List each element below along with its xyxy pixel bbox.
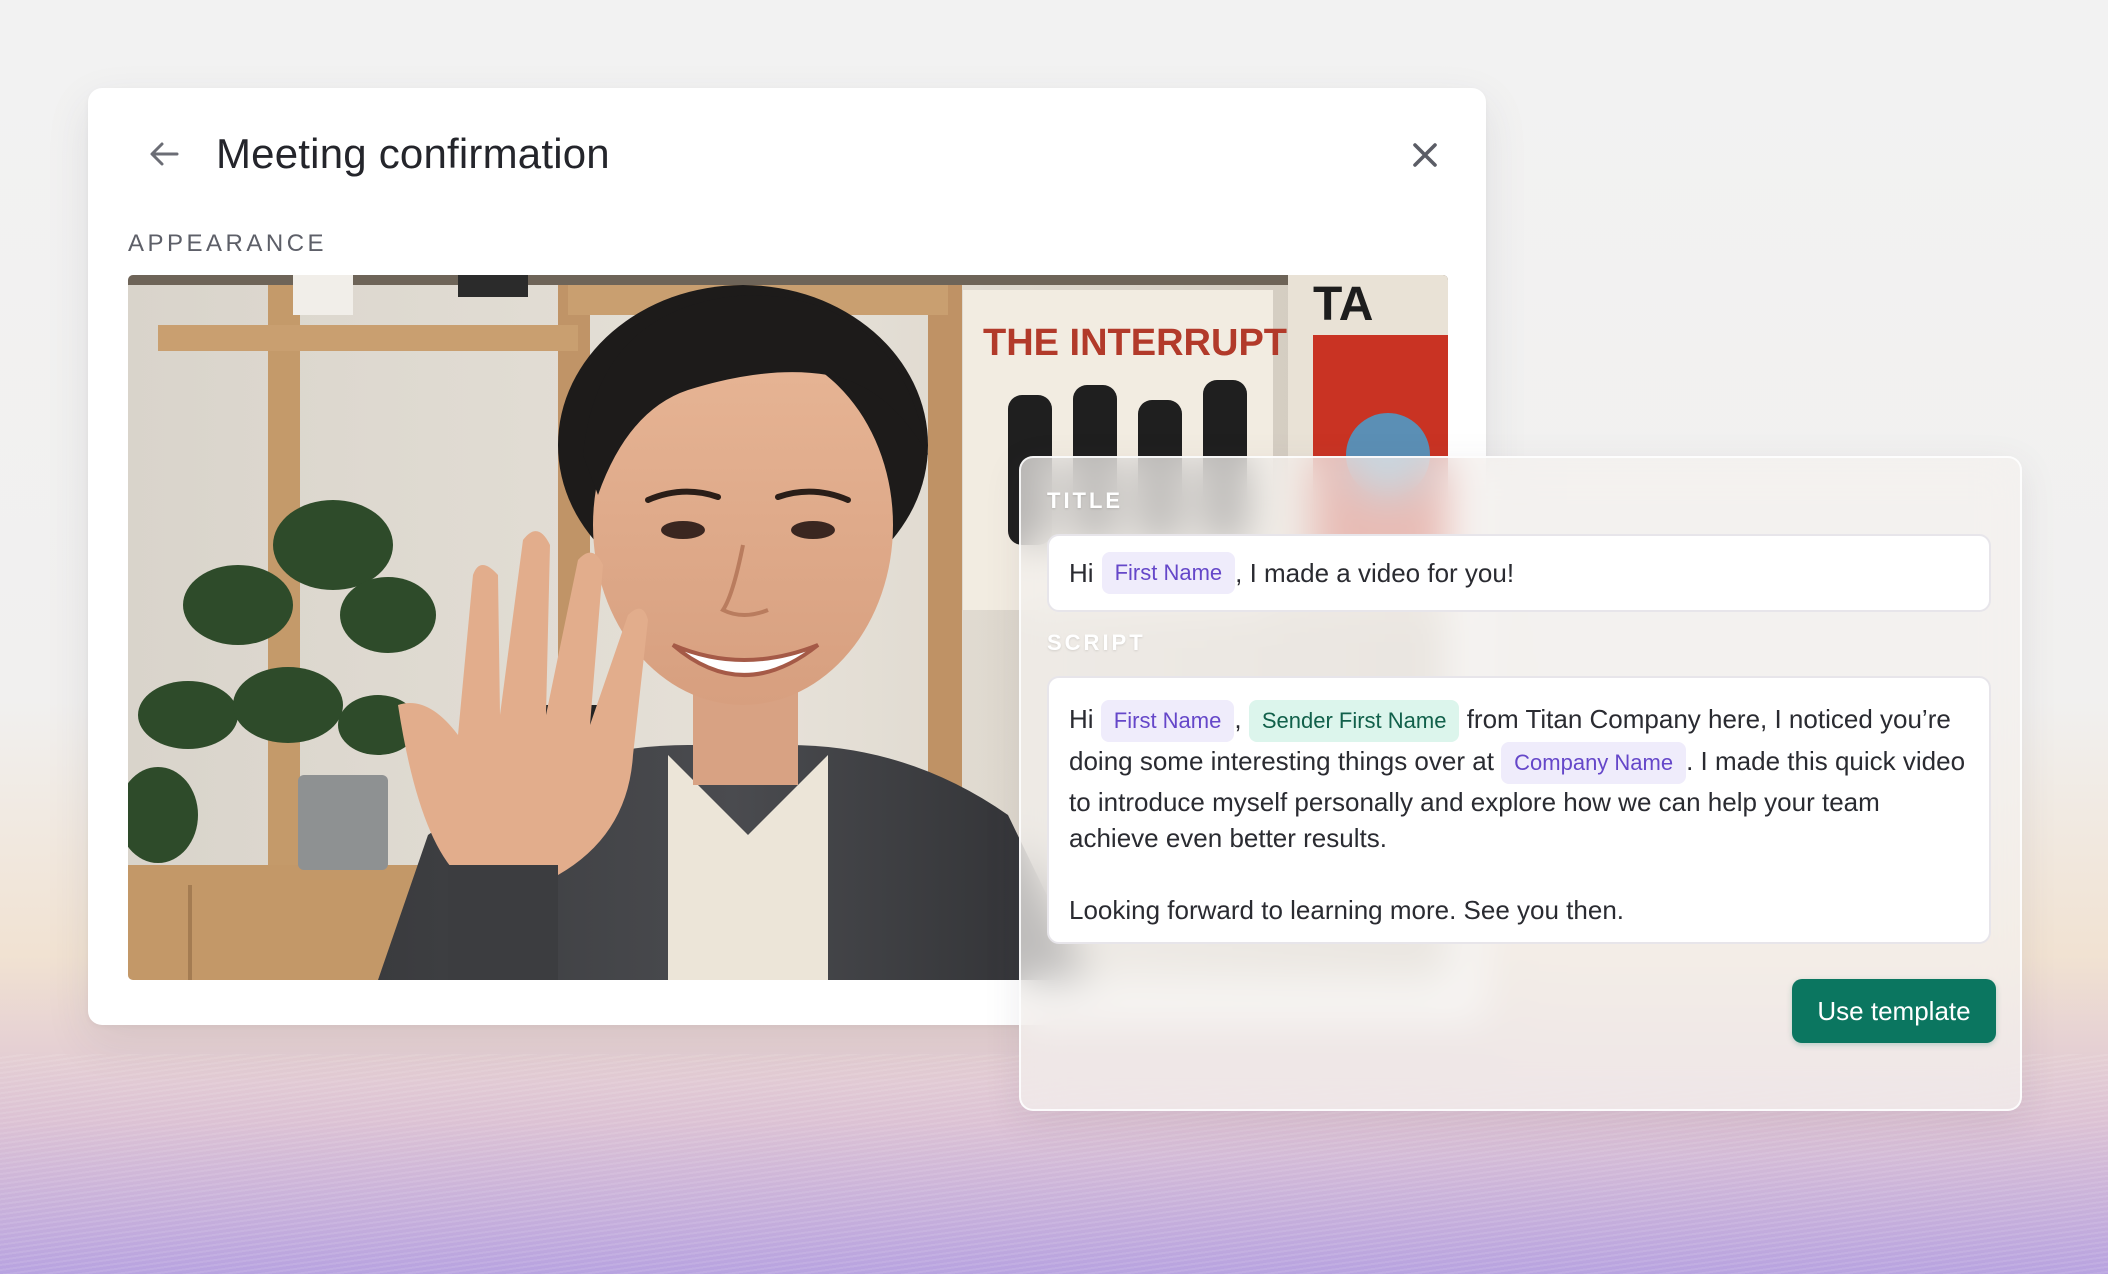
template-panel: TITLE Hi First Name , I made a video for…	[1019, 456, 2022, 1111]
close-icon	[1413, 143, 1437, 167]
script-greeting: Hi	[1069, 704, 1094, 734]
first-name-variable-chip[interactable]: First Name	[1100, 700, 1235, 742]
script-comma: ,	[1234, 704, 1242, 734]
title-prefix: Hi	[1069, 558, 1094, 588]
back-button[interactable]	[138, 128, 190, 180]
title-field[interactable]: Hi First Name , I made a video for you!	[1047, 534, 1991, 612]
script-closing: Looking forward to learning more. See yo…	[1069, 895, 1625, 925]
poster2-text: TA	[1313, 278, 1373, 331]
script-field[interactable]: Hi First Name, Sender First Name from Ti…	[1047, 676, 1991, 944]
appearance-label: APPEARANCE	[128, 230, 328, 257]
sender-first-name-variable-chip[interactable]: Sender First Name	[1248, 700, 1460, 742]
page-title: Meeting confirmation	[216, 130, 610, 177]
company-name-variable-chip[interactable]: Company Name	[1501, 742, 1687, 784]
title-label: TITLE	[1047, 488, 1124, 513]
arrow-left-icon	[150, 142, 179, 166]
script-paragraph: Hi First Name, Sender First Name from Ti…	[1069, 700, 1969, 856]
first-name-variable-chip[interactable]: First Name	[1101, 552, 1236, 594]
use-template-button[interactable]: Use template	[1792, 979, 1996, 1043]
close-button[interactable]	[1400, 130, 1450, 180]
script-label: SCRIPT	[1047, 630, 1146, 655]
title-suffix: , I made a video for you!	[1235, 558, 1515, 588]
